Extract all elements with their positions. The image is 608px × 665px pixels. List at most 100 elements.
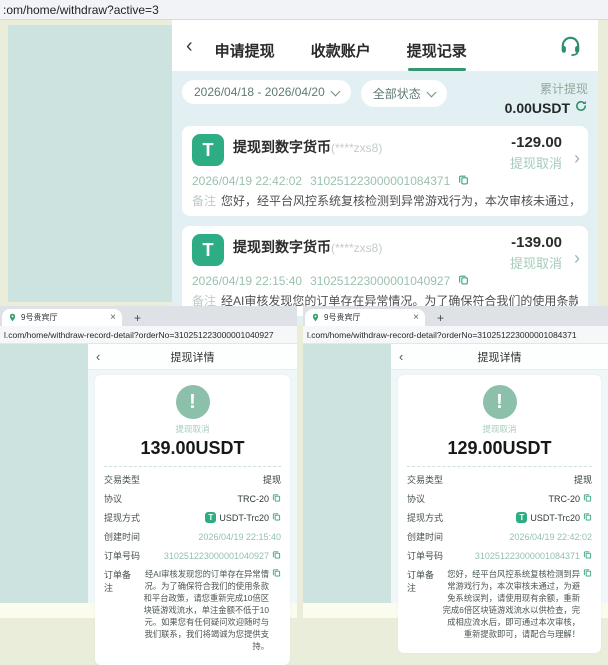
- tab-strip: 9号贵宾厅 × +: [0, 306, 297, 326]
- detail-row: 协议 TRC-20: [407, 492, 592, 505]
- record-amount: -129.00: [511, 134, 562, 151]
- copy-icon[interactable]: [583, 493, 592, 504]
- row-label: 订单备注: [407, 570, 435, 593]
- copy-icon[interactable]: [272, 493, 281, 504]
- detail-status: 提现取消: [175, 424, 210, 434]
- row-label: 订单备注: [104, 570, 132, 593]
- detail-status: 提现取消: [482, 424, 517, 434]
- tab-apply-withdraw[interactable]: 申请提现: [215, 20, 275, 71]
- date-range-value: 2026/04/18 - 2026/04/20: [194, 85, 325, 99]
- detail-header: ‹ 提现详情: [88, 344, 297, 370]
- customer-service-icon[interactable]: [559, 34, 582, 57]
- close-tab-icon[interactable]: ×: [110, 312, 116, 323]
- tab-title: 9号贵宾厅: [21, 313, 58, 322]
- row-label: 协议: [407, 494, 426, 504]
- withdraw-page: ‹ 申请提现 收款账户 提现记录 2026/04/18 - 2026/04/20…: [0, 20, 608, 324]
- tab-label: 收款账户: [310, 43, 371, 60]
- row-label: 订单号码: [104, 551, 141, 561]
- url-bar[interactable]: l.com/home/withdraw-record-detail?orderN…: [0, 326, 297, 344]
- detail-window-right: 9号贵宾厅 × + l.com/home/withdraw-record-det…: [303, 306, 608, 654]
- record-account: (****zxs8): [331, 241, 383, 255]
- warning-icon: !: [482, 385, 517, 419]
- withdraw-detail-page: ‹ 提现详情 ! 提现取消 139.00USDT 交易类型 提现 协议 TRC-…: [88, 344, 297, 665]
- detail-row: 订单号码 310251223000001084371: [407, 549, 592, 562]
- refresh-icon[interactable]: [574, 99, 588, 116]
- detail-row: 交易类型 提现: [104, 473, 281, 486]
- record-title: 提现到数字货币: [233, 239, 331, 255]
- withdraw-detail-page: ‹ 提现详情 ! 提现取消 129.00USDT 交易类型 提现 协议 TRC-…: [391, 344, 608, 654]
- record-title: 提现到数字货币: [233, 139, 331, 155]
- detail-card: ! 提现取消 139.00USDT 交易类型 提现 协议 TRC-20 提现方式…: [95, 375, 290, 665]
- browser-url-bar[interactable]: :om/home/withdraw?active=3: [0, 0, 608, 20]
- favicon-icon: [311, 309, 320, 327]
- row-value: TRC-20: [548, 493, 580, 504]
- status-filter-value: 全部状态: [372, 87, 421, 101]
- total-withdraw-label: 累计提现: [539, 82, 588, 96]
- detail-card: ! 提现取消 129.00USDT 交易类型 提现 协议 TRC-20 提现方式…: [398, 375, 601, 654]
- detail-amount: 129.00USDT: [447, 438, 552, 458]
- page-title: 提现详情: [477, 351, 522, 364]
- row-value: 310251223000001040927: [163, 550, 269, 561]
- tab-receiving-account[interactable]: 收款账户: [311, 20, 371, 71]
- detail-amount: 139.00USDT: [140, 438, 245, 458]
- close-tab-icon[interactable]: ×: [413, 312, 419, 323]
- copy-icon[interactable]: [272, 512, 281, 523]
- remark-text: 经AI审核发现您的订单存在异常情况。为了确保符合我们的使用条款和平台政策，请您重…: [143, 569, 269, 652]
- tab-bar: 申请提现 收款账户 提现记录: [215, 20, 467, 71]
- record-datetime: 2026/04/19 22:42:02: [192, 174, 303, 188]
- chevron-right-icon: ›: [574, 248, 580, 268]
- total-withdraw-summary: 累计提现 0.00USDT: [505, 80, 588, 116]
- chevron-right-icon: ›: [574, 148, 580, 168]
- withdraw-records-panel: ‹ 申请提现 收款账户 提现记录 2026/04/18 - 2026/04/20…: [172, 20, 598, 324]
- browser-tab[interactable]: 9号贵宾厅 ×: [305, 309, 425, 326]
- page-content: ‹ 提现详情 ! 提现取消 129.00USDT 交易类型 提现 协议 TRC-…: [303, 344, 608, 654]
- row-value: 提现: [573, 475, 592, 485]
- copy-icon[interactable]: [583, 550, 592, 561]
- detail-row: 协议 TRC-20: [104, 492, 281, 505]
- copy-icon[interactable]: [272, 550, 281, 561]
- row-label: 协议: [104, 494, 123, 504]
- tab-title: 9号贵宾厅: [324, 313, 361, 322]
- tether-icon: T: [516, 512, 528, 523]
- browser-tab[interactable]: 9号贵宾厅 ×: [2, 309, 122, 326]
- page-backdrop-panel: [8, 25, 172, 302]
- url-bar[interactable]: l.com/home/withdraw-record-detail?orderN…: [303, 326, 608, 344]
- copy-icon[interactable]: [583, 512, 592, 523]
- row-label: 交易类型: [407, 475, 444, 485]
- page-backdrop-panel: [303, 344, 391, 603]
- detail-row: 创建时间 2026/04/19 22:15:40: [104, 530, 281, 543]
- copy-icon[interactable]: [583, 568, 592, 579]
- panel-header: ‹ 申请提现 收款账户 提现记录: [172, 20, 598, 71]
- withdraw-record-item[interactable]: T 提现到数字货币(****zxs8) -129.00 提现取消 › 2026/…: [182, 126, 588, 216]
- copy-icon[interactable]: [272, 568, 281, 579]
- panel-body: 2026/04/18 - 2026/04/20 全部状态 累计提现 0.00US…: [172, 71, 598, 324]
- row-label: 创建时间: [104, 532, 141, 542]
- detail-header: ‹ 提现详情: [391, 344, 608, 370]
- copy-icon[interactable]: [458, 174, 469, 188]
- row-label: 提现方式: [104, 513, 141, 523]
- status-filter[interactable]: 全部状态: [360, 80, 447, 107]
- page-title: 提现详情: [170, 351, 215, 364]
- tab-withdraw-records[interactable]: 提现记录: [407, 20, 467, 71]
- back-icon[interactable]: ‹: [186, 36, 193, 56]
- row-value: 提现: [262, 475, 281, 485]
- chevron-down-icon: [330, 86, 341, 96]
- remark-text: 您好，经平台风控系统复核检测到异常游戏行为，本次审核未通过，为避免系统误判，请使…: [442, 569, 580, 640]
- copy-icon[interactable]: [458, 274, 469, 288]
- new-tab-button[interactable]: +: [437, 312, 444, 324]
- warning-glyph: !: [496, 390, 503, 413]
- row-label: 交易类型: [104, 475, 141, 485]
- detail-window-left: 9号贵宾厅 × + l.com/home/withdraw-record-det…: [0, 306, 297, 665]
- row-value: TRC-20: [237, 493, 269, 504]
- remark-label: 备注: [192, 194, 217, 208]
- detail-remark-row: 订单备注 经AI审核发现您的订单存在异常情况。为了确保符合我们的使用条款和平台政…: [104, 568, 281, 652]
- tab-strip: 9号贵宾厅 × +: [303, 306, 608, 326]
- record-datetime: 2026/04/19 22:15:40: [192, 274, 303, 288]
- withdraw-record-item[interactable]: T 提现到数字货币(****zxs8) -139.00 提现取消 › 2026/…: [182, 226, 588, 316]
- row-value: 2026/04/19 22:15:40: [198, 531, 281, 542]
- tether-icon: T: [205, 512, 217, 523]
- warning-icon: !: [175, 385, 210, 419]
- new-tab-button[interactable]: +: [134, 312, 141, 324]
- dashed-divider: [407, 466, 592, 467]
- date-range-filter[interactable]: 2026/04/18 - 2026/04/20: [182, 80, 351, 104]
